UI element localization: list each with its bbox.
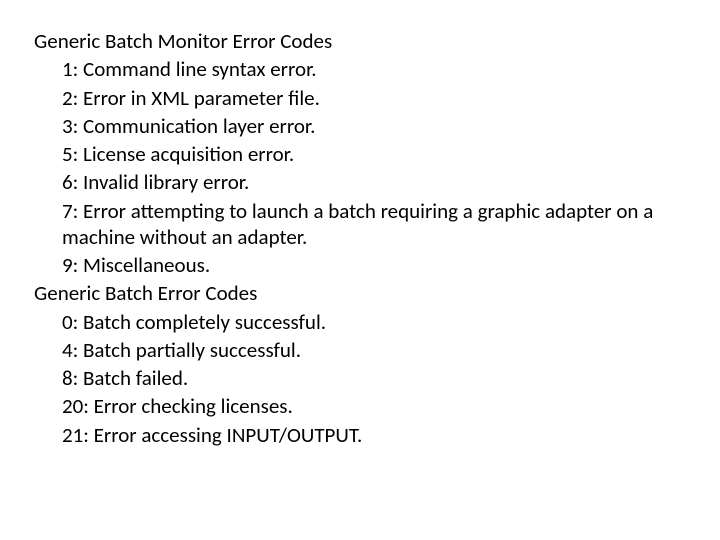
list-item: 20: Error checking licenses. <box>62 393 680 419</box>
section-heading: Generic Batch Monitor Error Codes <box>34 28 680 54</box>
list-item: 7: Error attempting to launch a batch re… <box>62 198 680 251</box>
list-item: 3: Communication layer error. <box>62 113 680 139</box>
section-heading: Generic Batch Error Codes <box>34 280 680 306</box>
list-item: 0: Batch completely successful. <box>62 309 680 335</box>
list-item: 21: Error accessing INPUT/OUTPUT. <box>62 422 680 448</box>
section-batch: Generic Batch Error Codes 0: Batch compl… <box>34 280 680 448</box>
list-item: 5: License acquisition error. <box>62 141 680 167</box>
item-list: 1: Command line syntax error. 2: Error i… <box>34 56 680 278</box>
list-item: 6: Invalid library error. <box>62 169 680 195</box>
page: Generic Batch Monitor Error Codes 1: Com… <box>0 0 720 448</box>
list-item: 8: Batch failed. <box>62 365 680 391</box>
list-item: 1: Command line syntax error. <box>62 56 680 82</box>
list-item: 4: Batch partially successful. <box>62 337 680 363</box>
section-monitor: Generic Batch Monitor Error Codes 1: Com… <box>34 28 680 278</box>
list-item: 9: Miscellaneous. <box>62 252 680 278</box>
item-list: 0: Batch completely successful. 4: Batch… <box>34 309 680 448</box>
list-item: 2: Error in XML parameter file. <box>62 85 680 111</box>
